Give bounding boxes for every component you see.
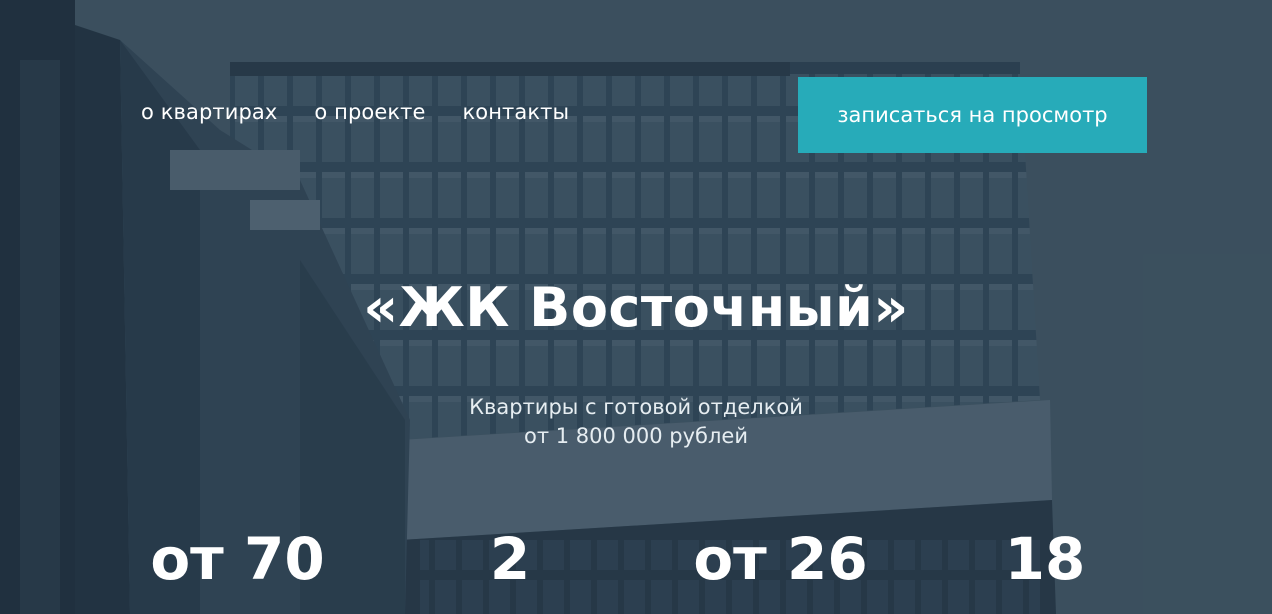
stat-value-1: от 70: [150, 525, 325, 593]
hero-subtitle: Квартиры с готовой отделкой от 1 800 000…: [0, 393, 1272, 451]
main-nav: о квартирах о проекте контакты: [141, 100, 569, 124]
nav-item-contacts[interactable]: контакты: [462, 100, 569, 124]
nav-item-apartments[interactable]: о квартирах: [141, 100, 277, 124]
nav-item-project[interactable]: о проекте: [314, 100, 425, 124]
stat-value-3: от 26: [693, 525, 868, 593]
page-title: «ЖК Восточный»: [363, 276, 909, 339]
stat-value-4: 18: [1004, 525, 1086, 593]
book-viewing-button[interactable]: записаться на просмотр: [798, 77, 1147, 153]
hero-section: о квартирах о проекте контакты записатьс…: [0, 0, 1272, 614]
subtitle-line-finish: Квартиры с готовой отделкой: [469, 395, 803, 419]
subtitle-line-price: от 1 800 000 рублей: [523, 424, 748, 448]
stat-value-2: 2: [489, 525, 531, 593]
